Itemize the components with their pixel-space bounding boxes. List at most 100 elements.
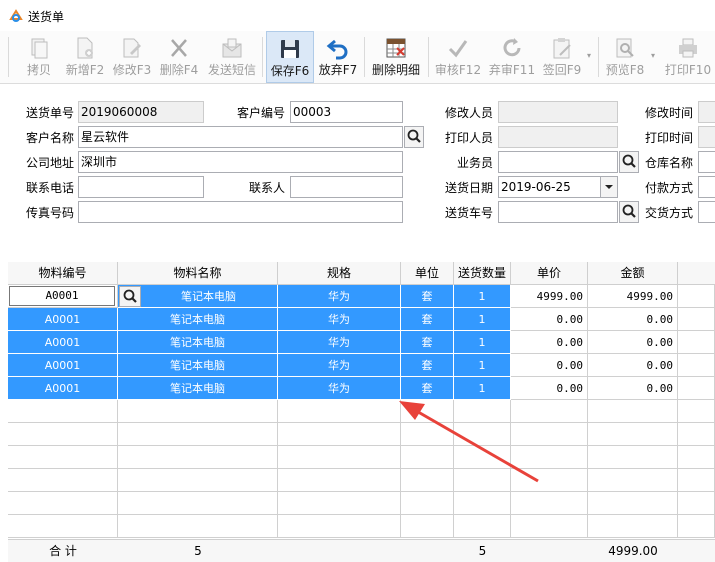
audit-button[interactable]: 审核F12 xyxy=(434,31,482,83)
column-header[interactable]: 金额 xyxy=(588,262,678,284)
table-row[interactable]: A0001笔记本电脑华为套14999.004999.00A0001 xyxy=(8,285,715,308)
cell-price[interactable] xyxy=(511,515,588,538)
material-search-button[interactable] xyxy=(119,286,141,307)
cell-name[interactable]: 笔记本电脑 xyxy=(118,308,278,331)
customer-name-field[interactable]: 星云软件 xyxy=(78,126,403,148)
column-header[interactable]: 单位 xyxy=(401,262,454,284)
table-row[interactable]: A0001 笔记本电脑 华为套 1 0.00 0.00 xyxy=(8,354,715,377)
delivery-date-field[interactable]: 2019-06-25 xyxy=(498,176,618,198)
cell-empty[interactable] xyxy=(678,469,715,492)
column-header[interactable]: 物料名称 xyxy=(118,262,278,284)
table-row[interactable] xyxy=(8,400,715,423)
cell-empty[interactable] xyxy=(678,446,715,469)
preview-button[interactable]: 预览F8 xyxy=(602,31,648,83)
cell-name[interactable] xyxy=(118,446,278,469)
cell-empty[interactable] xyxy=(678,423,715,446)
cell-code[interactable] xyxy=(8,469,118,492)
cell-price[interactable]: 0.00 xyxy=(511,354,588,377)
cell-empty[interactable] xyxy=(678,400,715,423)
table-row[interactable] xyxy=(8,492,715,515)
cell-name[interactable] xyxy=(118,515,278,538)
payment-field[interactable] xyxy=(698,176,715,198)
cell-spec[interactable] xyxy=(278,400,401,423)
customer-code-field[interactable]: 00003 xyxy=(290,101,403,123)
cell-empty[interactable] xyxy=(678,308,715,331)
chevron-down-icon[interactable]: ▾ xyxy=(587,51,591,60)
cell-name[interactable] xyxy=(118,400,278,423)
cell-amount[interactable] xyxy=(588,492,678,515)
delete-button[interactable]: 删除F4 xyxy=(158,31,200,83)
cell-price[interactable]: 4999.00 xyxy=(511,285,588,308)
cell-code[interactable]: A0001 xyxy=(8,331,118,354)
cell-amount[interactable]: 0.00 xyxy=(588,308,678,331)
column-header[interactable]: 送货数量 xyxy=(454,262,511,284)
send-sms-button[interactable]: 发送短信 xyxy=(206,31,258,83)
cell-code[interactable] xyxy=(8,446,118,469)
table-row[interactable] xyxy=(8,423,715,446)
cell-name[interactable]: 笔记本电脑 xyxy=(118,285,278,308)
cell-unit[interactable]: 套 xyxy=(401,308,454,331)
cell-amount[interactable] xyxy=(588,515,678,538)
print-button[interactable]: 打印F10 xyxy=(662,31,714,83)
table-row[interactable]: A0001 笔记本电脑 华为套 1 0.00 0.00 xyxy=(8,377,715,400)
new-button[interactable]: 新增F2 xyxy=(64,31,106,83)
cell-qty[interactable]: 1 xyxy=(454,308,511,331)
cell-spec[interactable]: 华为 xyxy=(278,308,401,331)
modify-button[interactable]: 修改F3 xyxy=(110,31,154,83)
cell-qty[interactable]: 1 xyxy=(454,331,511,354)
fax-field[interactable] xyxy=(78,201,403,223)
save-button[interactable]: 保存F6 xyxy=(266,31,314,83)
column-header[interactable]: 单价 xyxy=(511,262,588,284)
salesman-search-button[interactable] xyxy=(619,151,639,173)
cell-name[interactable] xyxy=(118,469,278,492)
vehicle-field[interactable] xyxy=(498,201,618,223)
cell-empty[interactable] xyxy=(678,354,715,377)
table-row[interactable]: A0001 笔记本电脑 华为套 1 0.00 0.00 xyxy=(8,331,715,354)
cell-spec[interactable]: 华为 xyxy=(278,377,401,400)
code-editor-input[interactable]: A0001 xyxy=(9,286,115,306)
copy-button[interactable]: 拷贝 xyxy=(20,31,58,83)
cell-code[interactable] xyxy=(8,515,118,538)
cell-code[interactable] xyxy=(8,400,118,423)
cell-spec[interactable] xyxy=(278,423,401,446)
cell-spec[interactable]: 华为 xyxy=(278,331,401,354)
cell-code[interactable]: A0001 xyxy=(8,354,118,377)
cell-unit[interactable] xyxy=(401,515,454,538)
cell-unit[interactable]: 套 xyxy=(401,331,454,354)
cell-name[interactable] xyxy=(118,492,278,515)
cell-amount[interactable]: 0.00 xyxy=(588,331,678,354)
cell-unit[interactable]: 套 xyxy=(401,285,454,308)
cell-empty[interactable] xyxy=(678,377,715,400)
cell-name[interactable]: 笔记本电脑 xyxy=(118,377,278,400)
warehouse-field[interactable] xyxy=(698,151,715,173)
cell-amount[interactable] xyxy=(588,400,678,423)
cell-empty[interactable] xyxy=(678,285,715,308)
cell-spec[interactable]: 华为 xyxy=(278,354,401,377)
cell-amount[interactable]: 4999.00 xyxy=(588,285,678,308)
cell-code[interactable] xyxy=(8,492,118,515)
delivery-no-field[interactable]: 2019060008 xyxy=(78,101,204,123)
cell-amount[interactable]: 0.00 xyxy=(588,377,678,400)
vehicle-search-button[interactable] xyxy=(619,201,639,223)
column-header[interactable]: 规格 xyxy=(278,262,401,284)
cell-amount[interactable] xyxy=(588,446,678,469)
cell-empty[interactable] xyxy=(678,492,715,515)
cell-name[interactable]: 笔记本电脑 xyxy=(118,354,278,377)
table-row[interactable] xyxy=(8,469,715,492)
dropdown-button[interactable] xyxy=(600,177,617,197)
cell-name[interactable]: 笔记本电脑 xyxy=(118,331,278,354)
cell-code[interactable] xyxy=(8,423,118,446)
table-row[interactable]: A0001 笔记本电脑 华为套 1 0.00 0.00 xyxy=(8,308,715,331)
cell-unit[interactable]: 套 xyxy=(401,354,454,377)
discard-button[interactable]: 放弃F7 xyxy=(316,31,360,83)
cell-unit[interactable] xyxy=(401,492,454,515)
cell-price[interactable]: 0.00 xyxy=(511,331,588,354)
cell-amount[interactable] xyxy=(588,423,678,446)
cell-name[interactable] xyxy=(118,423,278,446)
customer-search-button[interactable] xyxy=(404,126,424,148)
cell-empty[interactable] xyxy=(678,515,715,538)
cell-spec[interactable] xyxy=(278,492,401,515)
delivery-method-field[interactable] xyxy=(698,201,715,223)
table-row[interactable] xyxy=(8,515,715,538)
cell-code[interactable]: A0001 xyxy=(8,308,118,331)
